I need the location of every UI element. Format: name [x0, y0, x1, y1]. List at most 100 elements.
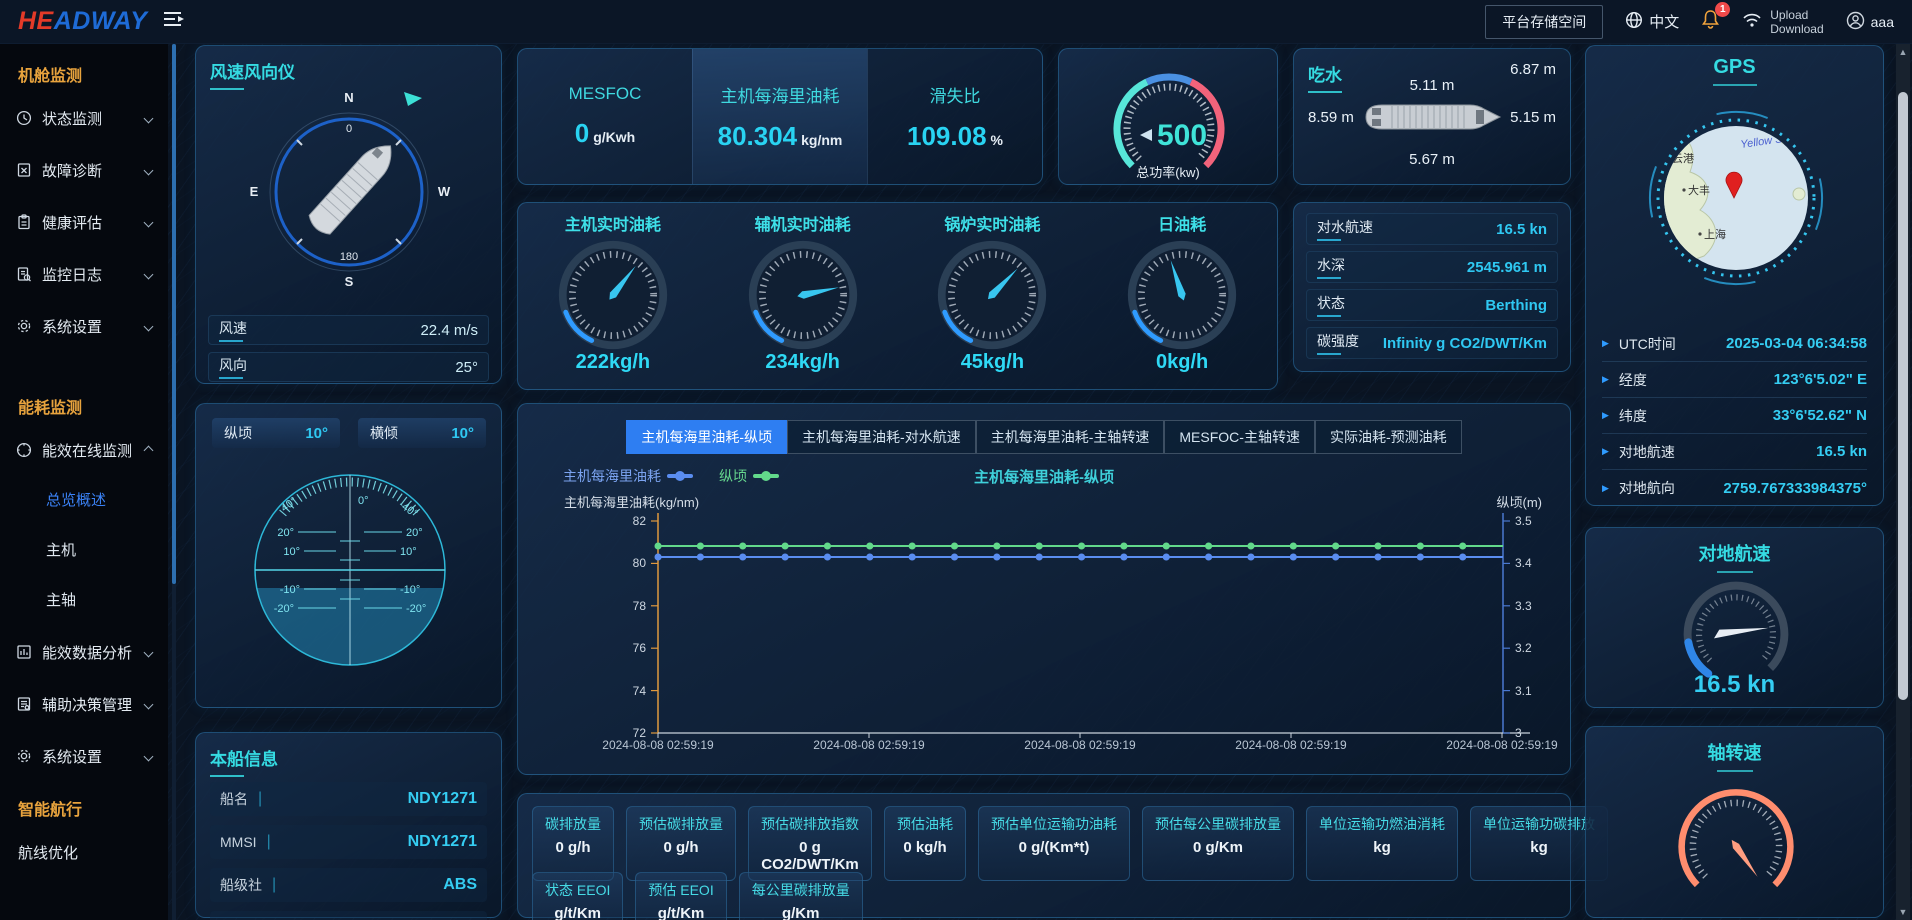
headway-logo: HEADWAY: [18, 7, 147, 36]
longitude-row: ▶经度123°6'5.02" E: [1602, 362, 1867, 398]
triangle-bullet-icon: ▶: [1602, 483, 1609, 494]
water-depth-value: 2545.961 m: [1467, 259, 1547, 276]
stat-chip: 每公里碳排放量g/Km: [739, 872, 863, 920]
boiler-fuel-gauge: 锅炉实时油耗 45kg/h: [932, 211, 1052, 389]
legend-fuel[interactable]: 主机每海里油耗: [563, 466, 693, 486]
sidebar-subitem-main-shaft[interactable]: 主轴: [0, 576, 168, 626]
sidebar-item-status-monitor[interactable]: 状态监测: [0, 92, 168, 144]
sidebar-item-monitor-log[interactable]: 监控日志: [0, 248, 168, 300]
mesfoc-panel: MESFOC 0g/Kwh 主机每海里油耗 80.304kg/nm 滑失比 10…: [517, 48, 1043, 185]
svg-text:-20°: -20°: [406, 603, 426, 615]
fault-diagnosis-icon: [16, 162, 32, 178]
svg-text:0°: 0°: [358, 495, 369, 507]
sidebar-subitem-main-engine[interactable]: 主机: [0, 526, 168, 576]
draft-ship-graphic: [1358, 97, 1508, 137]
sidebar-item-energy-analysis[interactable]: 能效数据分析: [0, 626, 168, 678]
wind-speed-row: 风速 22.4 m/s: [208, 315, 489, 345]
sidebar-item-route-optimization[interactable]: 航线优化: [0, 826, 168, 878]
platform-storage-button[interactable]: 平台存储空间: [1485, 5, 1603, 39]
tab-fuel-trim[interactable]: 主机每海里油耗-纵顷: [626, 420, 787, 454]
slip-ratio-value: 109.08: [907, 121, 987, 151]
sidebar-item-system-settings[interactable]: 系统设置: [0, 300, 168, 352]
tab-actual-predicted[interactable]: 实际油耗-预测油耗: [1315, 420, 1462, 454]
chart-legend: 主机每海里油耗 纵顷: [563, 466, 779, 486]
wind-speed-value: 22.4 m/s: [420, 322, 478, 339]
total-power-panel: 500 总功率(kw): [1058, 48, 1278, 185]
stats-row-2: 状态 EEOIg/t/Km 预估 EEOIg/t/Km 每公里碳排放量g/Km: [532, 872, 863, 920]
page-scrollbar-thumb[interactable]: [1898, 92, 1908, 700]
notification-bell[interactable]: 1: [1701, 9, 1720, 34]
sidebar-item-system-settings-2[interactable]: 系统设置: [0, 730, 168, 782]
carbon-intensity-value: Infinity g CO2/DWT/Km: [1383, 335, 1547, 352]
sidebar-scrollbar-thumb[interactable]: [172, 44, 176, 584]
status-value: Berthing: [1485, 297, 1547, 314]
network-upload-download[interactable]: Upload Download: [1742, 8, 1823, 36]
tab-fuel-stw[interactable]: 主机每海里油耗-对水航速: [787, 420, 976, 454]
gps-map: Yellow Sea 云港 大丰 上海 京: [1636, 98, 1836, 298]
compass-n: N: [344, 90, 353, 105]
svg-text:10°: 10°: [283, 546, 300, 558]
top-bar: HEADWAY 平台存储空间 中文 1 Upload: [0, 0, 1912, 44]
nav-info-panel: 对水航速16.5 kn 水深2545.961 m 状态Berthing 碳强度I…: [1293, 202, 1571, 372]
sidebar-item-health-assessment[interactable]: 健康评估: [0, 196, 168, 248]
sog-value: 16.5 kn: [1816, 443, 1867, 460]
legend-marker-green: [753, 474, 779, 478]
scroll-down-arrow[interactable]: ▼: [1896, 904, 1910, 920]
dashboard: HEADWAY 平台存储空间 中文 1 Upload: [0, 0, 1912, 920]
total-power-gauge: 500: [1094, 51, 1244, 173]
total-power-value: 500: [1157, 119, 1207, 152]
stw-value: 16.5 kn: [1496, 221, 1547, 238]
daily-fuel-gauge: 日油耗 0kg/h: [1122, 211, 1242, 389]
svg-text:80: 80: [633, 556, 647, 570]
boiler-fuel-value: 45kg/h: [961, 351, 1024, 374]
shaft-speed-panel: 轴转速: [1585, 726, 1884, 918]
chevron-down-icon: [144, 269, 154, 279]
compass-w: W: [438, 184, 451, 199]
inclinometer-panel: 纵顷 10° 横倾 10° 0° 40° -40° 20°: [195, 403, 502, 708]
trim-chip: 纵顷 10°: [212, 418, 340, 448]
stat-chip: 预估单位运输功油耗0 g/(Km*t): [978, 806, 1130, 881]
svg-text:-10°: -10°: [400, 584, 420, 596]
scroll-up-arrow[interactable]: ▲: [1896, 44, 1910, 60]
chevron-down-icon: [144, 217, 154, 227]
decision-doc-icon: [16, 696, 32, 712]
utc-time-row: ▶UTC时间2025-03-04 06:34:58: [1602, 326, 1867, 362]
sidebar-section-smart-nav: 智能航行: [18, 796, 168, 820]
wifi-icon: [1742, 12, 1762, 31]
gps-panel-title: GPS: [1586, 56, 1883, 86]
sidebar-item-decision-support[interactable]: 辅助决策管理: [0, 678, 168, 730]
energy-online-icon: [16, 442, 32, 458]
logo-tail: ADWAY: [54, 7, 148, 35]
tab-fuel-shaft[interactable]: 主机每海里油耗-主轴转速: [976, 420, 1165, 454]
triangle-bullet-icon: ▶: [1602, 446, 1609, 457]
tab-mesfoc-shaft[interactable]: MESFOC-主轴转速: [1164, 420, 1315, 454]
sidebar-subitem-overview[interactable]: 总览概述: [0, 476, 168, 526]
mmsi-row: MMSI|NDY1271: [210, 825, 487, 859]
wind-compass: N S E W 0 180: [244, 84, 454, 290]
cog-value: 2759.767333984375°: [1723, 480, 1867, 497]
line-chart: 82 80 78 76 74 72 3.5 3.4 3.3 3.2 3.1 3: [518, 489, 1572, 741]
daily-fuel-value: 0kg/h: [1156, 351, 1208, 374]
sidebar-item-energy-online[interactable]: 能效在线监测: [0, 424, 168, 476]
chart-icon: [16, 644, 32, 660]
language-switch[interactable]: 中文: [1625, 11, 1679, 33]
svg-text:74: 74: [633, 684, 647, 698]
main-engine-fuel-value: 222kg/h: [576, 351, 650, 374]
monitor-log-icon: [16, 266, 32, 282]
status-monitor-icon: [16, 110, 32, 126]
sidebar-section-engine: 机舱监测: [18, 62, 168, 86]
chevron-down-icon: [144, 647, 154, 657]
sidebar-item-fault-diagnosis[interactable]: 故障诊断: [0, 144, 168, 196]
wind-direction-arrow: [404, 92, 422, 106]
upload-label: Upload: [1770, 8, 1823, 22]
menu-toggle-icon[interactable]: [163, 10, 185, 33]
svg-text:3.5: 3.5: [1515, 514, 1532, 528]
heel-chip: 横倾 10°: [358, 418, 486, 448]
user-menu[interactable]: aaa: [1846, 11, 1894, 33]
page-scrollbar[interactable]: ▲ ▼: [1896, 44, 1910, 920]
legend-trim[interactable]: 纵顷: [719, 466, 779, 486]
mesfoc-value: 0: [575, 118, 589, 148]
chevron-down-icon: [144, 699, 154, 709]
sidebar-scrollbar[interactable]: [172, 44, 176, 920]
mmsi-value: NDY1271: [408, 833, 477, 851]
